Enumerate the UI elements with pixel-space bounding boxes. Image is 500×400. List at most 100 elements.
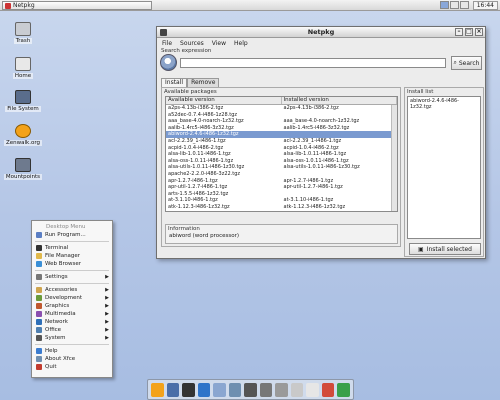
menu-file[interactable]: File: [162, 40, 172, 47]
window-titlebar[interactable]: Netpkg – □ ×: [157, 27, 485, 38]
menu-sources[interactable]: Sources: [180, 40, 204, 47]
menu-view[interactable]: View: [212, 40, 226, 47]
graph-icon[interactable]: [321, 382, 335, 397]
clock[interactable]: 16:44: [472, 1, 498, 10]
menu-separator: [35, 270, 109, 271]
notes-icon[interactable]: [290, 382, 304, 397]
editor-icon[interactable]: [306, 382, 319, 397]
table-row[interactable]: apr-util-1.2.7-i486-1.tgz apr-util-1.2.7-…: [166, 184, 397, 191]
search-input[interactable]: [180, 58, 446, 68]
help-icon: [36, 348, 42, 354]
table-row[interactable]: acl-2.2.39_1-i486-1.tgz acl-2.2.39_1-i486…: [166, 138, 397, 145]
menu-help[interactable]: Help: [234, 40, 248, 47]
menu-item-quit[interactable]: Quit: [32, 363, 112, 371]
menu-item-help[interactable]: Help: [32, 347, 112, 355]
development-icon: [36, 295, 42, 301]
magnifier-icon: [160, 54, 177, 71]
tab-bar: Install Remove: [161, 78, 220, 87]
desktop-icon-mountpoints[interactable]: Mountpoints: [3, 158, 43, 180]
cell-available-version: alsa-utils-1.0.11-i486-1z30.tgz: [168, 164, 245, 171]
table-row[interactable]: acpid-1.0.4-i486-2.tgz acpid-1.0.4-i486-2…: [166, 145, 397, 152]
menu-item-multimedia[interactable]: Multimedia ▶: [32, 310, 112, 318]
zenwalk-icon[interactable]: [151, 382, 164, 397]
folder-icon[interactable]: [228, 382, 242, 397]
packages-table[interactable]: Available version Installed version a2ps…: [165, 96, 398, 212]
submenu-arrow-icon: ▶: [105, 319, 109, 325]
mail-icon[interactable]: [213, 382, 226, 397]
exit-icon[interactable]: [337, 382, 350, 397]
menu-item-label: Accessories: [45, 287, 78, 293]
desktop-icon-zenwalk[interactable]: Zenwalk.org: [3, 124, 43, 146]
desktop-icon-trash[interactable]: Trash: [3, 22, 43, 44]
menu-item-file-manager[interactable]: File Manager: [32, 252, 112, 260]
table-row[interactable]: apr-1.2.7-i486-1.tgz apr-1.2.7-i486-1.tgz: [166, 178, 397, 185]
table-row[interactable]: atk-1.12.3-i486-1z32.tgz atk-1.12.3-i486-…: [166, 204, 397, 211]
workspace-3[interactable]: [460, 1, 469, 9]
menu-item-graphics[interactable]: Graphics ▶: [32, 302, 112, 310]
menu-item-run-program[interactable]: Run Program...: [32, 231, 112, 239]
cell-installed-version: attr-2.4.32_1-i486-1.tgz: [282, 211, 398, 212]
browser-icon[interactable]: [197, 382, 211, 397]
maximize-button[interactable]: □: [465, 28, 473, 36]
close-button[interactable]: ×: [475, 28, 483, 36]
menu-item-accessories[interactable]: Accessories ▶: [32, 286, 112, 294]
install-selected-button[interactable]: ▣ Install selected: [409, 243, 481, 255]
table-row[interactable]: arts-1.5.5-i486-1z32.tgz: [166, 191, 397, 198]
table-row[interactable]: alsa-oss-1.0.11-i486-1.tgz alsa-oss-1.0.1…: [166, 158, 397, 165]
column-header-installed[interactable]: Installed version: [282, 97, 397, 104]
tab-remove[interactable]: Remove: [187, 78, 220, 87]
table-row[interactable]: aaa_base-4.0-noarch-1z32.tgz aaa_base-4.0…: [166, 118, 397, 125]
disk-icon[interactable]: [244, 382, 257, 397]
column-header-available[interactable]: Available version: [166, 97, 282, 104]
desktop-menu-title: Desktop Menu: [46, 224, 86, 230]
desktop-icon-file-system[interactable]: File System: [3, 90, 43, 112]
menu-item-office[interactable]: Office ▶: [32, 326, 112, 334]
taskbar-button-netpkg[interactable]: Netpkg: [2, 1, 152, 10]
menu-item-network[interactable]: Network ▶: [32, 318, 112, 326]
keyboard-icon[interactable]: [259, 382, 273, 397]
cell-installed-version: alsa-utils-1.0.11-i486-1z30.tgz: [283, 164, 360, 171]
install-list-item[interactable]: abiword-2.4.6-i486-1z32.tgz: [410, 98, 478, 110]
table-row[interactable]: a2ps-4.13b-i386-2.tgz a2ps-4.13b-i386-2.t…: [166, 105, 397, 112]
menu-item-terminal[interactable]: Terminal: [32, 244, 112, 252]
desktop-icon-label: Trash: [13, 38, 33, 44]
table-scrollbar[interactable]: [391, 105, 397, 211]
cell-available-version: acl-2.2.39_1-i486-1.tgz: [168, 137, 226, 144]
tab-install[interactable]: Install: [161, 78, 188, 87]
clock-icon[interactable]: [275, 382, 288, 397]
table-row[interactable]: a52dec-0.7.4-i486-1z28.tgz: [166, 112, 397, 119]
table-row[interactable]: alsa-lib-1.0.11-i486-1.tgz alsa-lib-1.0.1…: [166, 151, 397, 158]
desktop-icon-home[interactable]: Home: [3, 57, 43, 79]
table-row[interactable]: at-3.1.10-i486-1.tgz at-3.1.10-i486-1.tgz: [166, 197, 397, 204]
information-label: Information: [168, 226, 200, 232]
workspace-switcher: [440, 1, 469, 9]
minimize-button[interactable]: –: [455, 28, 463, 36]
table-row[interactable]: apache2-2.2.0-i486-3z22.tgz: [166, 171, 397, 178]
desktop-menu: Desktop Menu Run Program... Terminal File …: [31, 220, 113, 378]
table-row[interactable]: abiword-2.4.6-i486-1z32.tgz: [166, 131, 397, 138]
information-box: Information abiword (word processor): [165, 224, 398, 244]
table-row[interactable]: attr-2.4.32_1-i486-1.tgzattr-2.4.32_1-i4…: [166, 211, 398, 212]
window-menu-icon[interactable]: [160, 29, 167, 36]
cell-available-version: a52dec-0.7.4-i486-1z28.tgz: [168, 111, 238, 118]
menu-item-web-browser[interactable]: Web Browser: [32, 260, 112, 268]
terminal-icon[interactable]: [182, 382, 195, 397]
menu-item-system[interactable]: System ▶: [32, 334, 112, 342]
install-list[interactable]: abiword-2.4.6-i486-1z32.tgz: [407, 96, 481, 239]
menu-item-settings[interactable]: Settings ▶: [32, 273, 112, 281]
zenwalk-icon: [15, 124, 31, 138]
window-title: Netpkg: [307, 28, 335, 36]
table-row[interactable]: alsa-utils-1.0.11-i486-1z30.tgz alsa-util…: [166, 164, 397, 171]
cell-available-version: arts-1.5.5-i486-1z32.tgz: [168, 190, 229, 197]
menu-item-development[interactable]: Development ▶: [32, 294, 112, 302]
search-button[interactable]: ⌕ Search: [451, 56, 482, 70]
install-list-label: Install list: [407, 89, 434, 95]
cell-installed-version: atk-1.12.3-i486-1z32.tgz: [283, 203, 346, 210]
workspace-1[interactable]: [440, 1, 449, 9]
cell-available-version: atk-1.12.3-i486-1z32.tgz: [168, 203, 230, 210]
menu-item-label: Graphics: [45, 303, 70, 309]
workspace-2[interactable]: [450, 1, 459, 9]
table-row[interactable]: aalib-1.4rc5-i486-3z32.tgz aalib-1.4rc5-i…: [166, 125, 397, 132]
search-icon[interactable]: [166, 382, 180, 397]
menu-item-about-xfce[interactable]: About Xfce: [32, 355, 112, 363]
